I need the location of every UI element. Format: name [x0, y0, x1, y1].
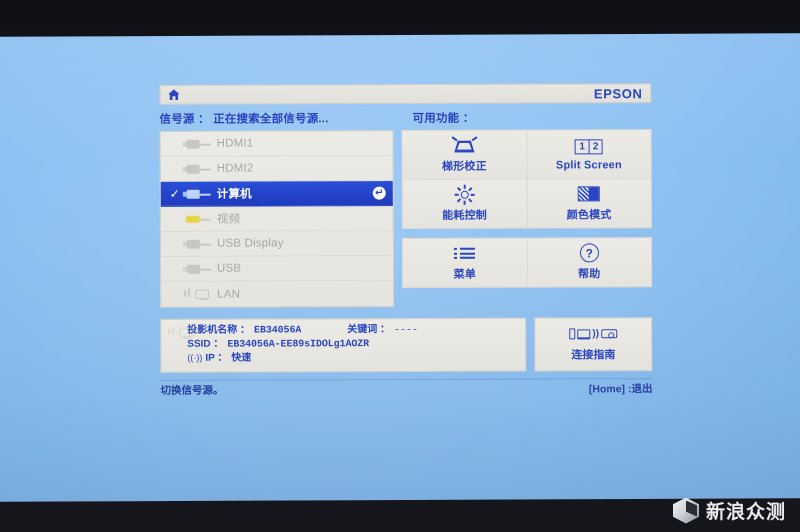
enter-arrow-icon[interactable]: ↵: [372, 186, 386, 200]
section-labels-row: 信号源 ： 正在搜索全部信号源... 可用功能 ：: [159, 109, 651, 127]
laptop-icon: [577, 329, 591, 340]
function-button-color-mode[interactable]: 颜色模式: [526, 178, 652, 229]
source-row-computer[interactable]: ✓ 计算机 ↵: [160, 181, 393, 207]
source-label-video: 视频: [216, 213, 241, 226]
function-label-split-screen: Split Screen: [555, 159, 622, 172]
home-icon[interactable]: [167, 89, 180, 101]
function-label-power-consumption: 能耗控制: [442, 209, 488, 222]
source-row-usb-display[interactable]: USB Display: [160, 231, 393, 257]
menu-list-icon: [453, 244, 476, 263]
wireless-waves-icon: )): [592, 328, 600, 340]
keystone-icon: [451, 135, 478, 155]
osd-main-columns: HDMI1 HDMI2 ✓ 计算机 ↵ 视频 USB Display USB L…: [159, 129, 653, 308]
source-label-lan: LAN: [217, 288, 241, 301]
projector-icon: [601, 329, 618, 339]
function-panel: 梯形校正 1 2 Split Screen 能耗控制 颜色模式 菜单 ? 帮助: [394, 129, 653, 307]
osd-status-bar: 切换信号源。 [Home] :退出: [160, 377, 653, 398]
function-grid-secondary: 菜单 ? 帮助: [401, 237, 653, 289]
source-row-hdmi2[interactable]: HDMI2: [160, 156, 393, 182]
phone-icon: [569, 328, 576, 340]
source-row-video[interactable]: 视频: [160, 206, 393, 232]
split-screen-right-digit: 2: [592, 141, 599, 153]
help-circle-icon: ?: [579, 243, 599, 263]
source-label-usb-display: USB Display: [216, 237, 284, 250]
status-hint-left: 切换信号源。: [160, 384, 224, 397]
projector-info-box: 投影机名称 ： EB34056A 关键词 ： ---- SSID ： EB340…: [160, 317, 527, 373]
function-button-power-consumption[interactable]: 能耗控制: [401, 178, 528, 230]
osd-top-bar: EPSON: [159, 83, 652, 105]
info-line-ssid: SSID ： EB34056A-EE89sIDOLg1AOZR: [187, 337, 518, 352]
bottom-info-row: 投影机名称 ： EB34056A 关键词 ： ---- SSID ： EB340…: [160, 317, 653, 373]
projector-osd-home-screen: EPSON 信号源 ： 正在搜索全部信号源... 可用功能 ： HDMI1 HD…: [159, 83, 653, 435]
source-label-usb: USB: [217, 262, 242, 275]
source-label-hdmi1: HDMI1: [216, 137, 254, 150]
color-mode-icon: [577, 184, 601, 203]
connection-guide-label: 连接指南: [571, 349, 616, 362]
functions-section-label: 可用功能 ：: [412, 112, 475, 125]
ip-key: IP ：: [205, 352, 228, 364]
ssid-value: EB34056A-EE89sIDOLg1AOZR: [227, 338, 370, 351]
function-label-help: 帮助: [578, 268, 601, 281]
status-hint-right: [Home] :退出: [588, 382, 653, 395]
function-label-keystone: 梯形校正: [442, 160, 487, 173]
watermark: 新浪众测: [672, 497, 786, 524]
source-label-hdmi2: HDMI2: [216, 162, 254, 175]
network-monitor-icon: [167, 325, 194, 367]
projector-name-value: EB34056A: [254, 325, 302, 337]
projector-name-key: 投影机名称 ：: [187, 324, 251, 336]
split-screen-icon: 1 2: [574, 137, 603, 156]
help-question-glyph: ?: [579, 243, 599, 263]
connection-guide-button[interactable]: )) 连接指南: [534, 317, 653, 372]
epson-brand-logo: EPSON: [593, 85, 643, 101]
info-line-ip: ((·)) IP ： 快速: [187, 351, 518, 367]
info-line-projector-name: 投影机名称 ： EB34056A 关键词 ： ----: [187, 324, 518, 339]
projector-photo: EPSON 信号源 ： 正在搜索全部信号源... 可用功能 ： HDMI1 HD…: [0, 0, 800, 532]
function-button-keystone[interactable]: 梯形校正: [401, 129, 528, 181]
power-consumption-icon: [454, 184, 475, 205]
source-section-label: 信号源 ： 正在搜索全部信号源...: [159, 113, 329, 126]
source-row-usb[interactable]: USB: [160, 256, 394, 282]
rca-plug-icon: [183, 212, 217, 226]
vga-plug-icon: [182, 187, 217, 201]
function-label-color-mode: 颜色模式: [566, 209, 612, 222]
ssid-key: SSID ：: [187, 338, 224, 350]
usb-plug-icon: [182, 237, 217, 251]
keyword-key: 关键词 ：: [347, 324, 391, 336]
wifi-icon: ((·)): [187, 352, 203, 363]
function-button-menu[interactable]: 菜单: [401, 237, 528, 289]
hdmi-plug-icon: [182, 137, 217, 151]
source-list: HDMI1 HDMI2 ✓ 计算机 ↵ 视频 USB Display USB L…: [159, 130, 395, 308]
keyword-value: ----: [394, 324, 419, 337]
source-row-hdmi1[interactable]: HDMI1: [160, 131, 393, 157]
function-button-split-screen[interactable]: 1 2 Split Screen: [526, 129, 652, 180]
lan-monitor-icon: [183, 287, 217, 301]
source-row-lan[interactable]: LAN: [161, 281, 393, 307]
watermark-cube-logo-icon: [672, 497, 699, 524]
hdmi-plug-icon: [182, 162, 217, 176]
function-grid-primary: 梯形校正 1 2 Split Screen 能耗控制 颜色模式: [401, 129, 652, 230]
source-check-computer: ✓: [169, 186, 180, 201]
source-label-computer: 计算机: [216, 188, 252, 201]
split-screen-left-digit: 1: [575, 140, 590, 154]
usb-plug-icon: [183, 262, 217, 276]
watermark-text: 新浪众测: [705, 501, 786, 523]
function-label-menu: 菜单: [453, 268, 477, 281]
ip-value: 快速: [231, 353, 252, 365]
function-button-help[interactable]: ? 帮助: [526, 237, 653, 288]
connection-devices-icon: )): [569, 326, 618, 342]
